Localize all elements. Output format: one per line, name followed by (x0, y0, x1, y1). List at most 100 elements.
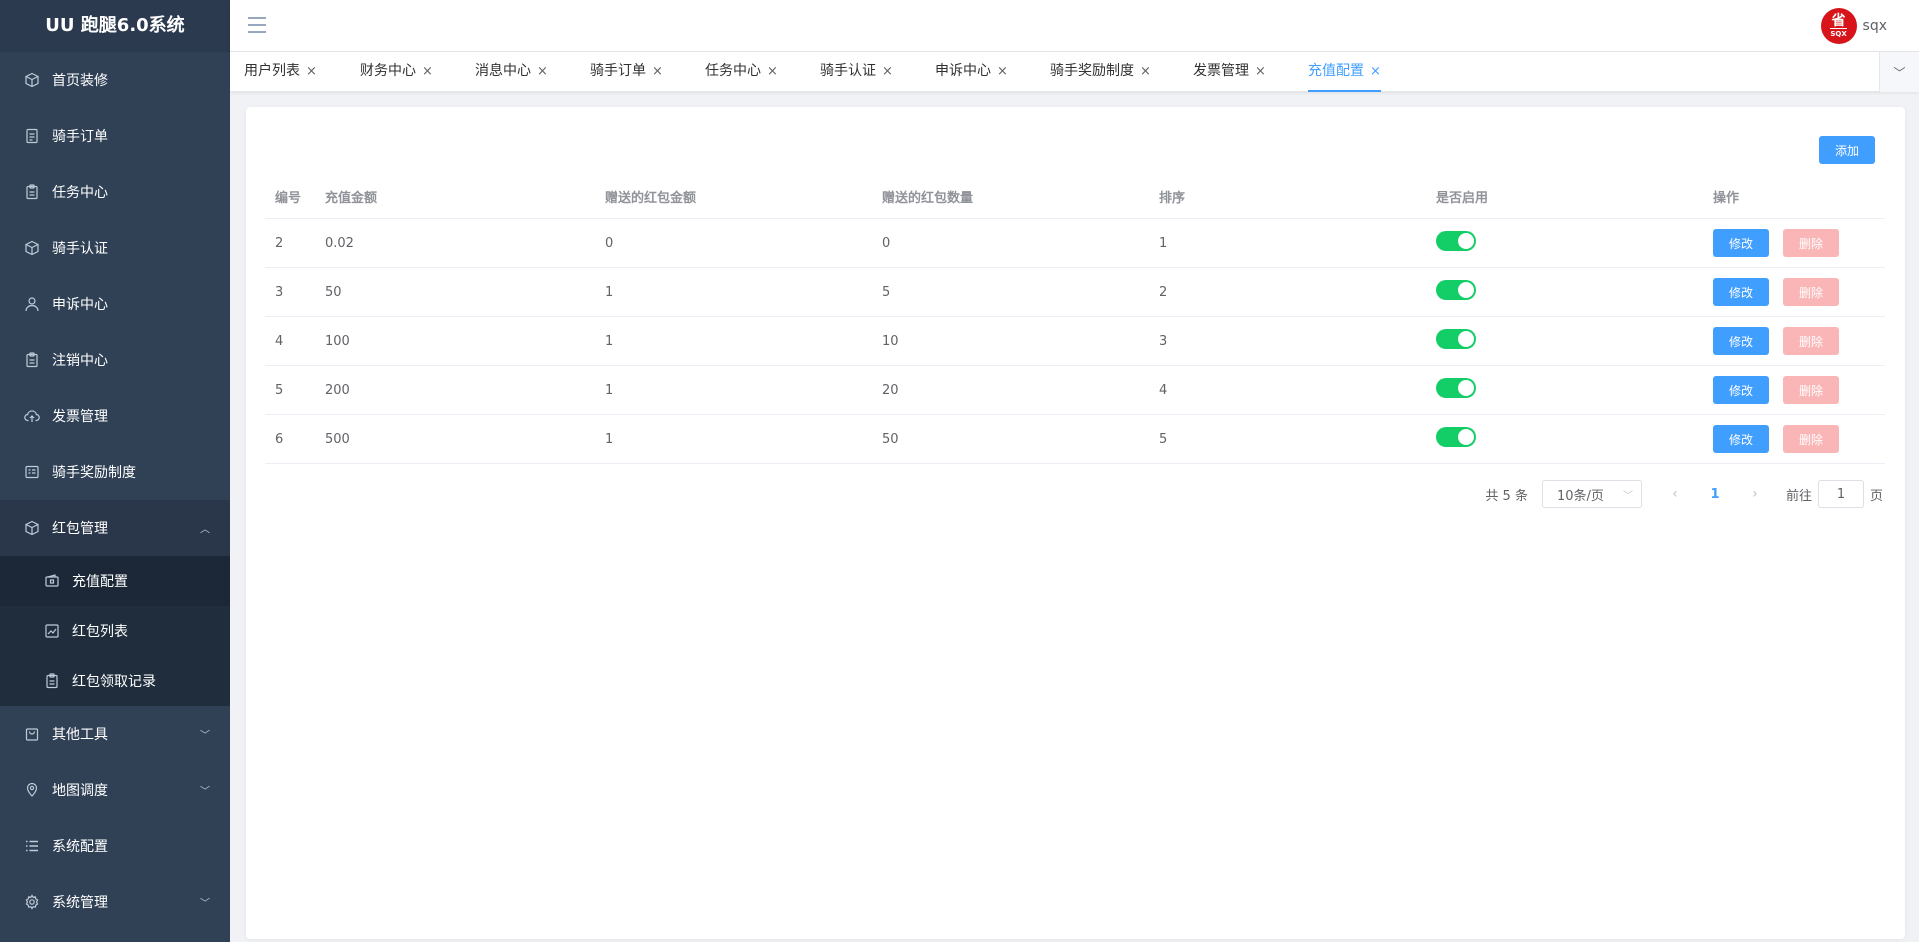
tab-appeal-center[interactable]: 申诉中心 × (935, 52, 1008, 92)
close-icon[interactable]: × (306, 64, 317, 79)
tags-view-bar: 用户列表 × 财务中心 × 消息中心 × 骑手订单 × 任务中心 × 骑手认证 × 申诉中心… (230, 52, 1919, 92)
sidebar-item-label: 骑手奖励制度 (52, 465, 136, 481)
sidebar-item-rider-reward[interactable]: 骑手奖励制度 (0, 444, 230, 500)
tab-message-center[interactable]: 消息中心 × (475, 52, 548, 92)
tab-user-list[interactable]: 用户列表 × (244, 52, 317, 92)
page-size-select[interactable]: 10条/页 ﹀ (1541, 480, 1642, 508)
close-icon[interactable]: × (1140, 64, 1151, 79)
table-row: 2 0.02 0 0 1 修改 删除 (265, 219, 1885, 268)
sidebar-item-label: 骑手订单 (52, 129, 108, 145)
tab-recharge-config[interactable]: 充值配置 × (1308, 52, 1381, 92)
sidebar-submenu-redpacket: 充值配置 红包列表 红包领取记录 (0, 556, 230, 706)
cell-sort: 5 (1159, 431, 1168, 447)
sidebar-item-rider-orders[interactable]: 骑手订单 (0, 108, 230, 164)
prev-page-button[interactable]: ‹ (1660, 486, 1690, 502)
document-icon (24, 128, 40, 144)
cell-sort: 2 (1159, 284, 1168, 300)
sidebar: UU 跑腿6.0系统 首页装修 骑手订单 任务中心 骑手认证 申诉中心 注销中心… (0, 0, 230, 942)
sidebar-group-redpacket[interactable]: 红包管理 ︿ (0, 500, 230, 556)
page-jump-input[interactable]: 1 (1817, 480, 1864, 508)
sidebar-item-label: 任务中心 (52, 185, 108, 201)
column-header: 排序 (1159, 191, 1186, 206)
tab-invoice[interactable]: 发票管理 × (1193, 52, 1266, 92)
delete-button[interactable]: 删除 (1783, 327, 1839, 355)
clipboard-icon (24, 184, 40, 200)
edit-button[interactable]: 修改 (1713, 229, 1769, 257)
cube-icon (24, 72, 40, 88)
sidebar-item-task-center[interactable]: 任务中心 (0, 164, 230, 220)
sidebar-item-label: 系统管理 (52, 895, 108, 911)
edit-button[interactable]: 修改 (1713, 278, 1769, 306)
tab-rider-orders[interactable]: 骑手订单 × (590, 52, 663, 92)
column-header: 充值金额 (325, 191, 378, 206)
edit-button[interactable]: 修改 (1713, 327, 1769, 355)
delete-button[interactable]: 删除 (1783, 278, 1839, 306)
avatar[interactable]: 省 SQX (1820, 8, 1857, 44)
sidebar-item-label: 红包列表 (72, 624, 128, 640)
sidebar-item-label: 骑手认证 (52, 241, 108, 257)
chevron-down-icon: ﹀ (200, 730, 210, 742)
sidebar-item-label: 申诉中心 (52, 297, 108, 313)
wallet-icon (44, 573, 60, 589)
edit-button[interactable]: 修改 (1713, 425, 1769, 453)
cell-id: 6 (275, 431, 284, 447)
user-menu[interactable]: 省 SQX sqx (1820, 8, 1887, 44)
sidebar-item-label: 注销中心 (52, 353, 108, 369)
column-header: 赠送的红包数量 (882, 191, 974, 206)
cube-icon (24, 240, 40, 256)
enabled-toggle[interactable] (1436, 329, 1476, 349)
chevron-up-icon: ︿ (200, 524, 210, 536)
sidebar-item-label: 地图调度 (52, 783, 108, 799)
enabled-toggle[interactable] (1436, 427, 1476, 447)
close-icon[interactable]: × (1255, 64, 1266, 79)
enabled-toggle[interactable] (1436, 231, 1476, 251)
sidebar-item-label: 系统配置 (52, 839, 108, 855)
close-icon[interactable]: × (652, 64, 663, 79)
list-card-icon (24, 464, 40, 480)
page-jump: 前往 1 页 (1786, 480, 1883, 508)
add-button[interactable]: 添加 (1819, 136, 1875, 164)
sidebar-item-cancel-center[interactable]: 注销中心 (0, 332, 230, 388)
enabled-toggle[interactable] (1436, 378, 1476, 398)
delete-button[interactable]: 删除 (1783, 376, 1839, 404)
bag-icon (24, 726, 40, 742)
sidebar-item-other-tools[interactable]: 其他工具 ﹀ (0, 706, 230, 762)
close-icon[interactable]: × (882, 64, 893, 79)
tabs-more-dropdown[interactable]: ﹀ (1879, 52, 1919, 92)
tab-task-center[interactable]: 任务中心 × (705, 52, 778, 92)
sidebar-item-invoice[interactable]: 发票管理 (0, 388, 230, 444)
cell-id: 4 (275, 333, 284, 349)
sidebar-item-home-decor[interactable]: 首页装修 (0, 52, 230, 108)
hamburger-menu-icon[interactable] (248, 17, 266, 33)
edit-button[interactable]: 修改 (1713, 376, 1769, 404)
cloud-upload-icon (24, 408, 40, 424)
page-number[interactable]: 1 (1690, 487, 1740, 502)
cell-amount: 0.02 (325, 235, 354, 251)
column-header: 赠送的红包金额 (605, 191, 697, 206)
close-icon[interactable]: × (997, 64, 1008, 79)
sidebar-item-rider-verify[interactable]: 骑手认证 (0, 220, 230, 276)
enabled-toggle[interactable] (1436, 280, 1476, 300)
next-page-button[interactable]: › (1740, 486, 1770, 502)
sidebar-item-recharge-config[interactable]: 充值配置 (0, 556, 230, 606)
cell-bonus-count: 10 (882, 333, 899, 349)
close-icon[interactable]: × (1370, 64, 1381, 79)
sidebar-item-system-config[interactable]: 系统配置 (0, 818, 230, 874)
tab-rider-verify[interactable]: 骑手认证 × (820, 52, 893, 92)
sidebar-item-system-manage[interactable]: 系统管理 ﹀ (0, 874, 230, 930)
sidebar-item-map-dispatch[interactable]: 地图调度 ﹀ (0, 762, 230, 818)
delete-button[interactable]: 删除 (1783, 229, 1839, 257)
list-icon (24, 838, 40, 854)
delete-button[interactable]: 删除 (1783, 425, 1839, 453)
tab-finance-center[interactable]: 财务中心 × (360, 52, 433, 92)
user-icon (24, 296, 40, 312)
close-icon[interactable]: × (767, 64, 778, 79)
sidebar-item-redpacket-list[interactable]: 红包列表 (0, 606, 230, 656)
sidebar-item-appeal-center[interactable]: 申诉中心 (0, 276, 230, 332)
tab-rider-reward[interactable]: 骑手奖励制度 × (1050, 52, 1151, 92)
close-icon[interactable]: × (422, 64, 433, 79)
close-icon[interactable]: × (537, 64, 548, 79)
sidebar-item-redpacket-records[interactable]: 红包领取记录 (0, 656, 230, 706)
gear-icon (24, 894, 40, 910)
username: sqx (1862, 18, 1887, 34)
